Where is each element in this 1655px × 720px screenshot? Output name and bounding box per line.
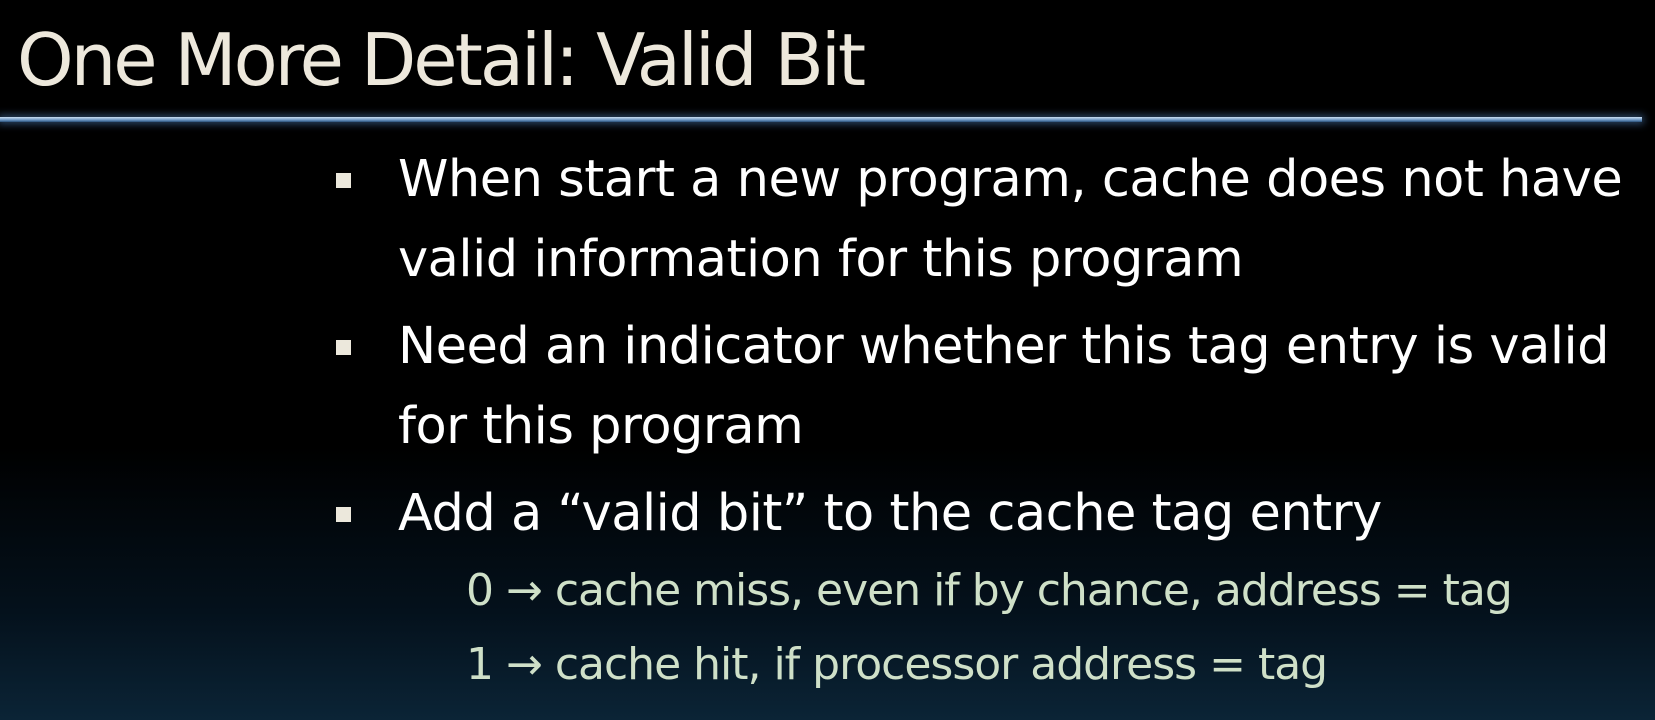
bullet-text: When start a new program, cache does not… — [398, 150, 1623, 289]
slide: One More Detail: Valid Bit When start a … — [0, 0, 1655, 720]
sub-item: 0 → cache miss, even if by chance, addre… — [466, 565, 1513, 616]
slide-title: One More Detail: Valid Bit — [17, 18, 866, 102]
square-bullet-icon — [336, 173, 351, 188]
bullet-item: Need an indicator whether this tag entry… — [336, 307, 1636, 467]
square-bullet-icon — [336, 340, 351, 355]
bullet-text: Need an indicator whether this tag entry… — [398, 317, 1610, 456]
bullet-list: When start a new program, cache does not… — [336, 140, 1636, 709]
sub-item-list: 0 → cache miss, even if by chance, addre… — [398, 554, 1636, 702]
bullet-item: When start a new program, cache does not… — [336, 140, 1636, 300]
bullet-text: Add a “valid bit” to the cache tag entry — [398, 484, 1382, 543]
sub-item: 1 → cache hit, if processor address = ta… — [466, 639, 1328, 690]
title-divider — [0, 117, 1642, 122]
square-bullet-icon — [336, 507, 351, 522]
bullet-item: Add a “valid bit” to the cache tag entry… — [336, 474, 1636, 702]
